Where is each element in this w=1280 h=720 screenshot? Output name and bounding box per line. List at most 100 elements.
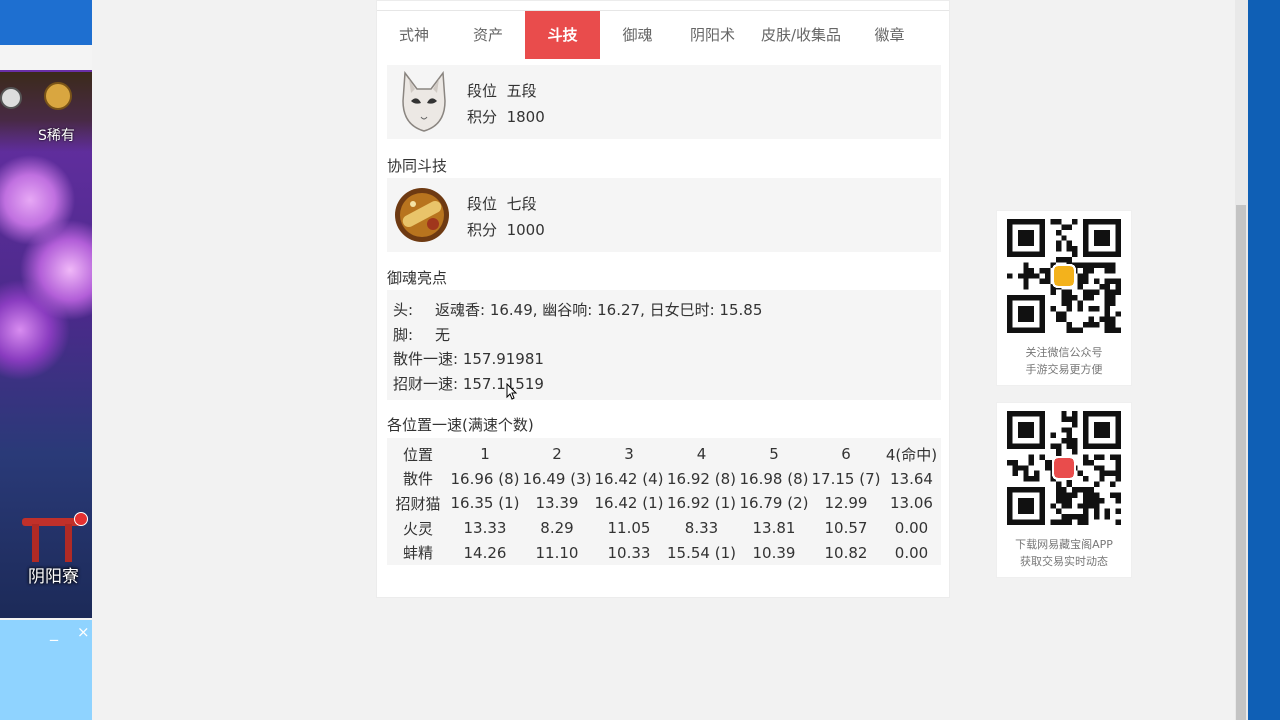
table-header-cell: 位置 (402, 445, 433, 464)
table-cell: 8.33 (684, 519, 719, 538)
pvp-rank-panel: 段位 五段 积分 1800 (387, 65, 941, 139)
table-row-label: 招财猫 (395, 494, 441, 513)
coop-pvp-title: 协同斗技 (387, 157, 448, 175)
tab-soul[interactable]: 御魂 (600, 11, 675, 59)
wechat-qr-box[interactable]: 关注微信公众号 手游交易更方便 (996, 210, 1132, 386)
scatter-speed-line: 散件一速: 157.91981 (393, 350, 544, 368)
table-cell: 13.33 (463, 519, 507, 538)
zhaocai-speed-line: 招财一速: 157.11519 (393, 375, 544, 393)
rank-value: 七段 (506, 195, 537, 213)
foot-value: 无 (435, 326, 451, 344)
table-cell: 16.98 (8) (739, 469, 809, 488)
coop-rank-line: 段位 七段 (467, 193, 537, 214)
table-cell: 10.39 (752, 543, 796, 562)
head-label: 头: (393, 301, 414, 319)
table-row: 火灵 13.33 8.29 11.05 8.33 13.81 10.57 0.0… (387, 516, 941, 541)
qr-caption-line2: 获取交易实时动态 (1020, 555, 1108, 568)
table-cell: 8.29 (540, 519, 574, 538)
rank-label: 段位 (467, 82, 498, 100)
scrollbar-thumb[interactable] (1236, 205, 1246, 720)
table-header-cell: 1 (480, 445, 490, 464)
pvp-rank-line: 段位 五段 (467, 80, 537, 101)
table-cell: 14.26 (463, 543, 507, 562)
tab-pvp[interactable]: 斗技 (525, 11, 600, 59)
table-cell: 16.79 (2) (739, 494, 809, 513)
desktop-edge (1248, 0, 1280, 720)
tab-skins[interactable]: 皮肤/收集品 (750, 11, 852, 59)
tab-spells[interactable]: 阴阳术 (675, 11, 750, 59)
magatama-icon[interactable] (0, 87, 22, 109)
detail-tabs: 式神 资产 斗技 御魂 阴阳术 皮肤/收集品 徽章 (377, 10, 949, 59)
coop-score-line: 积分 1000 (467, 219, 545, 240)
table-cell: 10.33 (607, 543, 651, 562)
table-row: 散件 16.96 (8) 16.49 (3) 16.42 (4) 16.92 (… (387, 467, 941, 492)
table-cell: 10.57 (824, 519, 868, 538)
table-row-label: 散件 (402, 470, 433, 489)
wechat-qr-code (1007, 219, 1121, 333)
bell-drum-icon (395, 188, 449, 242)
qr-caption-line2: 手游交易更方便 (1025, 363, 1103, 376)
speed-table: 位置 1 2 3 4 5 6 4(命中) 散件 16.96 (8) 16.49 … (387, 438, 941, 565)
table-header-cell: 2 (552, 445, 562, 464)
table-header-cell: 6 (841, 445, 851, 464)
head-value: 返魂香: 16.49, 幽谷响: 16.27, 日女巳时: 15.85 (435, 301, 763, 319)
table-header-cell: 3 (624, 445, 634, 464)
qr-caption-line1: 下载网易藏宝阁APP (1015, 538, 1113, 551)
speed-table-title: 各位置一速(满速个数) (387, 416, 534, 434)
score-value: 1000 (506, 221, 545, 239)
pvp-score-line: 积分 1800 (467, 106, 545, 127)
guild-label[interactable]: 阴阳寮 (28, 562, 79, 587)
game-window-titlebar (0, 0, 92, 45)
close-button[interactable]: × (77, 623, 90, 641)
foot-label: 脚: (393, 326, 414, 344)
table-cell: 16.92 (1) (667, 494, 736, 513)
tab-shikigami[interactable]: 式神 (377, 11, 451, 59)
foot-soul-line: 脚: 无 (393, 324, 450, 345)
soul-highlights-title: 御魂亮点 (387, 269, 448, 287)
table-row-label: 火灵 (402, 519, 433, 538)
table-cell: 16.42 (4) (594, 469, 664, 488)
gold-coin-icon[interactable] (44, 82, 72, 110)
table-cell: 11.05 (607, 519, 651, 538)
minimize-button[interactable]: _ (50, 622, 58, 641)
table-cell: 13.06 (890, 494, 933, 513)
fox-mask-icon (402, 71, 446, 132)
rank-value: 五段 (506, 82, 537, 100)
table-header-row: 位置 1 2 3 4 5 6 4(命中) (387, 438, 941, 467)
table-cell: 13.39 (535, 494, 579, 513)
table-cell: 16.92 (8) (667, 469, 736, 488)
table-header-cell: 4(命中) (885, 445, 938, 464)
soul-highlights-panel: 头: 返魂香: 16.49, 幽谷响: 16.27, 日女巳时: 15.85 脚:… (387, 290, 941, 400)
score-label: 积分 (467, 221, 498, 239)
head-soul-line: 头: 返魂香: 16.49, 幽谷响: 16.27, 日女巳时: 15.85 (393, 299, 762, 320)
mouse-cursor-icon (506, 383, 518, 400)
score-label: 积分 (467, 108, 498, 126)
app-qr-box[interactable]: 下载网易藏宝阁APP 获取交易实时动态 (996, 402, 1132, 578)
rarity-label[interactable]: S稀有 (38, 125, 75, 145)
table-cell: 16.96 (8) (450, 469, 520, 488)
tab-badges[interactable]: 徽章 (852, 11, 927, 59)
table-cell: 0.00 (894, 519, 929, 538)
table-cell: 16.49 (3) (522, 469, 592, 488)
table-header-cell: 4 (696, 445, 707, 464)
table-row-label: 蚌精 (402, 544, 433, 563)
table-cell: 0.00 (894, 543, 929, 562)
app-qr-code (1007, 411, 1121, 525)
score-value: 1800 (506, 108, 545, 126)
role-detail-card: 式神 资产 斗技 御魂 阴阳术 皮肤/收集品 徽章 段位 五段 积分 1800 … (376, 0, 950, 598)
torii-gate-icon[interactable] (22, 512, 88, 562)
table-cell: 17.15 (7) (811, 469, 881, 488)
table-cell: 10.82 (824, 543, 868, 562)
table-cell: 13.81 (752, 519, 796, 538)
table-cell: 16.42 (1) (594, 494, 664, 513)
coop-rank-panel: 段位 七段 积分 1000 (387, 178, 941, 252)
table-cell: 15.54 (1) (667, 543, 736, 562)
qr-caption-line1: 关注微信公众号 (1025, 346, 1103, 359)
table-cell: 13.64 (890, 469, 933, 488)
table-header-cell: 5 (769, 445, 779, 464)
table-cell: 16.35 (1) (450, 494, 520, 513)
table-row: 蚌精 14.26 11.10 10.33 15.54 (1) 10.39 10.… (387, 540, 941, 565)
tab-assets[interactable]: 资产 (451, 11, 525, 59)
table-cell: 12.99 (824, 494, 868, 513)
rank-label: 段位 (467, 195, 498, 213)
